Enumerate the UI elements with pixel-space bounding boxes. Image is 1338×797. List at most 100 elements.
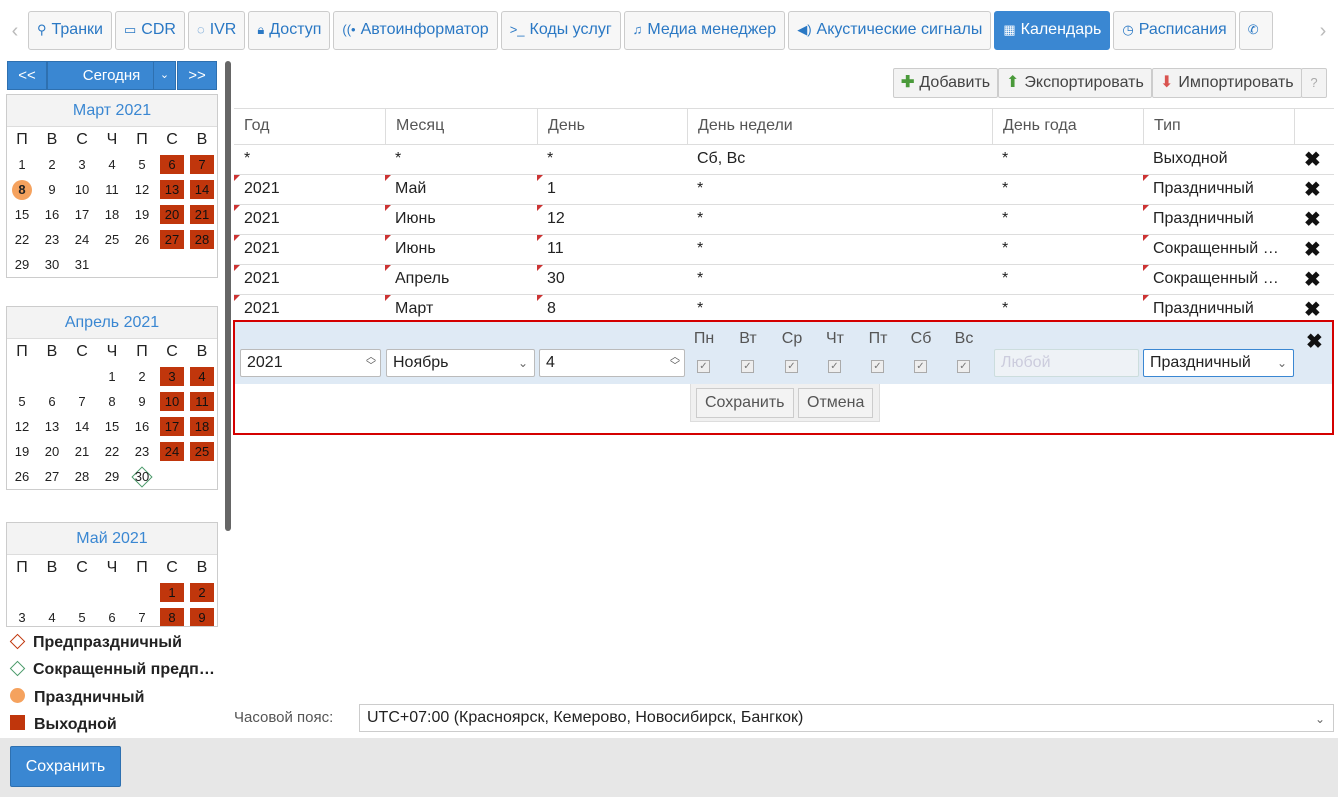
tab-1[interactable]: ⚲ Транки [28,11,112,50]
weekday-checkbox[interactable]: ✓ [697,360,710,373]
calendar-day[interactable]: 9 [187,605,217,626]
calendar-today-button[interactable]: Сегодня ⌄ [47,61,176,90]
calendar-day[interactable]: 20 [37,439,67,464]
calendar-day[interactable]: 26 [127,227,157,252]
calendar-day[interactable]: 28 [67,464,97,489]
delete-icon[interactable]: ✖ [1304,267,1321,292]
calendar-day[interactable]: 17 [67,202,97,227]
delete-icon[interactable]: ✖ [1304,207,1321,232]
calendar-day[interactable]: 4 [37,605,67,626]
weekday-checkbox[interactable]: ✓ [914,360,927,373]
calendar-day[interactable]: 9 [127,389,157,414]
export-button[interactable]: ⬆ Экспортировать [998,68,1152,98]
calendar-day[interactable]: 23 [37,227,67,252]
table-row[interactable]: 2021 Июнь 11 * * Сокращенный … ✖ [234,235,1334,265]
weekday-checkbox[interactable]: ✓ [828,360,841,373]
tab-5[interactable]: ((• Автоинформатор [333,11,498,50]
yearday-input[interactable]: Любой [994,349,1139,377]
calendar-next-button[interactable]: >> [177,61,217,90]
calendar-day[interactable]: 3 [157,364,187,389]
close-icon[interactable]: ✖ [1306,329,1323,354]
edit-cancel-button[interactable]: Отмена [798,388,874,418]
col-type[interactable]: Тип [1143,109,1294,144]
calendar-day[interactable]: 6 [157,152,187,177]
weekday-checkbox[interactable]: ✓ [957,360,970,373]
add-button[interactable]: ✚ Добавить [893,68,999,98]
calendar-day[interactable]: 25 [97,227,127,252]
calendar-day[interactable]: 17 [157,414,187,439]
calendar-day[interactable]: 4 [97,152,127,177]
tab-6[interactable]: >_ Коды услуг [500,11,621,50]
calendar-day[interactable]: 21 [187,202,217,227]
calendar-day[interactable]: 22 [97,439,127,464]
calendar-day[interactable]: 5 [67,605,97,626]
calendar-day[interactable]: 9 [37,177,67,202]
calendar-day[interactable]: 20 [157,202,187,227]
tabs-scroll-right-icon[interactable]: › [1314,11,1332,51]
weekday-checkbox[interactable]: ✓ [871,360,884,373]
calendar-day[interactable]: 5 [127,152,157,177]
tab-11[interactable]: ✆ [1238,11,1273,50]
weekday-checkbox[interactable]: ✓ [741,360,754,373]
calendar-day[interactable]: 11 [187,389,217,414]
delete-icon[interactable]: ✖ [1304,297,1321,322]
calendar-day[interactable]: 30 [127,464,157,489]
calendar-day[interactable]: 5 [7,389,37,414]
calendar-day[interactable]: 4 [187,364,217,389]
calendar-day[interactable]: 13 [157,177,187,202]
calendar-scrollbar[interactable] [225,61,231,531]
calendar-day[interactable]: 18 [97,202,127,227]
calendar-day[interactable]: 14 [67,414,97,439]
calendar-day[interactable]: 8 [157,605,187,626]
calendar-day[interactable]: 15 [7,202,37,227]
calendar-day[interactable]: 16 [37,202,67,227]
calendar-day[interactable]: 29 [97,464,127,489]
tab-7[interactable]: ♫ Медиа менеджер [623,11,786,50]
calendar-day[interactable]: 6 [37,389,67,414]
chevron-down-icon[interactable]: ⌄ [153,62,175,89]
col-month[interactable]: Месяц [385,109,537,144]
calendar-day[interactable]: 11 [97,177,127,202]
calendar-day[interactable]: 28 [187,227,217,252]
calendar-day[interactable]: 16 [127,414,157,439]
table-row[interactable]: * * * Сб, Вс * Выходной ✖ [234,145,1334,175]
weekday-checkbox[interactable]: ✓ [785,360,798,373]
calendar-day[interactable]: 3 [67,152,97,177]
calendar-day[interactable]: 27 [37,464,67,489]
calendar-prev-button[interactable]: << [7,61,47,90]
calendar-day[interactable]: 10 [67,177,97,202]
tab-2[interactable]: ▭ CDR [114,11,185,50]
col-yearday[interactable]: День года [992,109,1143,144]
calendar-day[interactable]: 12 [127,177,157,202]
calendar-day[interactable]: 19 [7,439,37,464]
calendar-day[interactable]: 7 [127,605,157,626]
edit-save-button[interactable]: Сохранить [696,388,794,418]
calendar-day[interactable]: 30 [37,252,67,277]
calendar-day[interactable]: 14 [187,177,217,202]
calendar-day[interactable]: 29 [7,252,37,277]
calendar-day[interactable]: 1 [97,364,127,389]
calendar-day[interactable]: 15 [97,414,127,439]
calendar-day[interactable]: 19 [127,202,157,227]
tab-9[interactable]: ▦ Календарь [994,11,1111,50]
calendar-day[interactable]: 24 [157,439,187,464]
timezone-select[interactable]: UTC+07:00 (Красноярск, Кемерово, Новосиб… [359,704,1334,732]
save-button[interactable]: Сохранить [10,746,121,787]
calendar-day[interactable]: 1 [157,580,187,605]
delete-icon[interactable]: ✖ [1304,237,1321,262]
type-select[interactable]: Праздничный ⌄ [1143,349,1294,377]
calendar-day[interactable]: 22 [7,227,37,252]
calendar-day[interactable]: 7 [67,389,97,414]
tab-4[interactable]: 🔒︎ Доступ [248,11,331,50]
tab-3[interactable]: ◌ IVR [187,11,246,50]
calendar-day[interactable]: 2 [127,364,157,389]
month-select[interactable]: Ноябрь ⌄ [386,349,535,377]
calendar-day[interactable]: 7 [187,152,217,177]
spinner-icon[interactable]: ︿ ﹀ [366,353,376,372]
calendar-day[interactable]: 23 [127,439,157,464]
day-stepper[interactable]: 4 ︿ ﹀ [539,349,685,377]
tabs-scroll-left-icon[interactable]: ‹ [6,11,24,51]
calendar-day[interactable]: 3 [7,605,37,626]
calendar-day[interactable]: 8 [7,177,37,202]
year-stepper[interactable]: 2021 ︿ ﹀ [240,349,381,377]
